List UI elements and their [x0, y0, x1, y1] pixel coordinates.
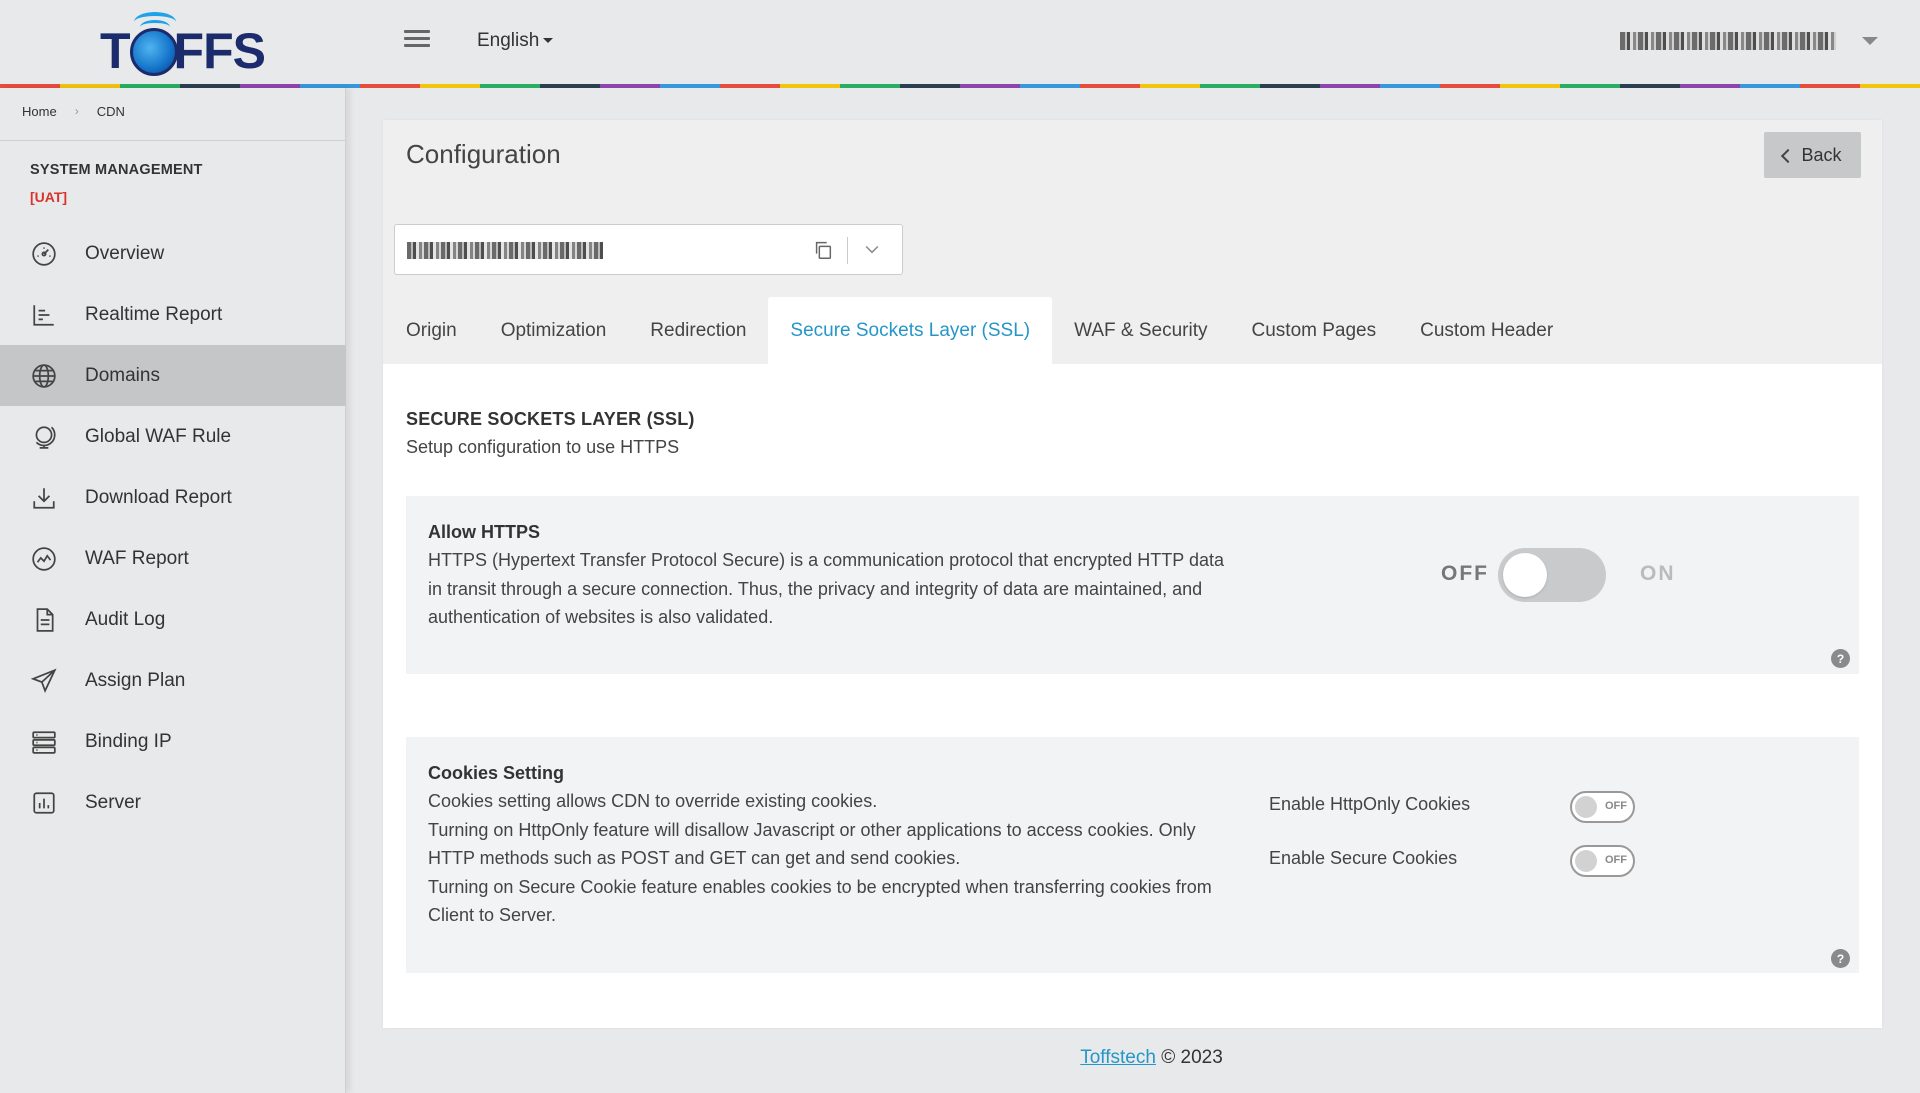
copyright-text: © 2023	[1161, 1047, 1223, 1068]
sidebar-item-label: Domains	[85, 364, 160, 386]
breadcrumb-current: CDN	[96, 104, 125, 119]
card-title: Cookies Setting	[428, 763, 565, 783]
domain-select[interactable]	[394, 224, 903, 275]
sidebar-menu: Overview Realtime Report Domains Global …	[0, 223, 346, 833]
chevron-left-icon	[1781, 148, 1796, 163]
description-line: Cookies setting allows CDN to override e…	[428, 791, 878, 811]
paper-plane-icon	[30, 667, 58, 695]
sidebar-item-binding-ip[interactable]: Binding IP	[0, 711, 346, 772]
sidebar-item-label: Audit Log	[85, 608, 166, 630]
bar-chart-icon	[30, 301, 58, 329]
language-label: English	[477, 30, 540, 51]
toggle-on-label: ON	[1640, 562, 1676, 585]
caret-down-icon	[543, 38, 554, 44]
sidebar-item-realtime-report[interactable]: Realtime Report	[0, 284, 346, 345]
user-name-redacted[interactable]	[1620, 32, 1836, 50]
configuration-panel: Configuration Back Origin Optimization R…	[383, 120, 1882, 1028]
copy-icon[interactable]	[812, 239, 834, 261]
download-icon	[30, 484, 58, 512]
sidebar-item-label: Global WAF Rule	[85, 425, 232, 447]
tab-waf-security[interactable]: WAF & Security	[1052, 297, 1229, 364]
httponly-cookies-toggle[interactable]: OFF	[1570, 791, 1635, 823]
help-icon[interactable]: ?	[1831, 949, 1850, 968]
toggle-off-label: OFF	[1441, 562, 1489, 585]
chevron-right-icon: ›	[74, 104, 79, 118]
back-button[interactable]: Back	[1764, 132, 1861, 178]
chevron-down-icon[interactable]	[862, 239, 884, 261]
tab-ssl[interactable]: Secure Sockets Layer (SSL)	[768, 297, 1053, 364]
section-title: SECURE SOCKETS LAYER (SSL)	[406, 409, 695, 429]
dashboard-gauge-icon	[30, 240, 58, 268]
panel-header: Configuration Back Origin Optimization R…	[383, 120, 1882, 364]
sidebar-item-download-report[interactable]: Download Report	[0, 467, 346, 528]
sidebar-item-domains[interactable]: Domains	[0, 345, 346, 406]
sidebar-item-label: Server	[85, 791, 141, 813]
divider	[847, 237, 848, 264]
secure-cookies-toggle[interactable]: OFF	[1570, 845, 1635, 877]
page-title: Configuration	[406, 139, 561, 169]
breadcrumb-home[interactable]: Home	[22, 104, 57, 119]
footer: Toffstech © 2023	[0, 1047, 1920, 1069]
breadcrumb: Home › CDN	[22, 104, 125, 119]
card-title: Allow HTTPS	[428, 522, 540, 542]
tab-custom-pages[interactable]: Custom Pages	[1230, 297, 1399, 364]
toggle-state: OFF	[1605, 800, 1627, 812]
httponly-cookies-label: Enable HttpOnly Cookies	[1269, 794, 1471, 814]
shield-chart-icon	[30, 545, 58, 573]
allow-https-card: Allow HTTPS HTTPS (Hypertext Transfer Pr…	[406, 496, 1859, 674]
sidebar-item-assign-plan[interactable]: Assign Plan	[0, 650, 346, 711]
domain-name-redacted	[407, 242, 603, 259]
toffs-logo[interactable]: T FFS	[100, 8, 266, 80]
toggle-state: OFF	[1605, 854, 1627, 866]
logo-wordmark: T FFS	[100, 23, 266, 79]
server-rack-icon	[30, 728, 58, 756]
footer-link-toffstech[interactable]: Toffstech	[1080, 1047, 1156, 1068]
tab-redirection[interactable]: Redirection	[628, 297, 768, 364]
card-description: Cookies setting allows CDN to override e…	[428, 787, 1238, 930]
globe-icon	[30, 362, 58, 390]
sidebar-item-waf-report[interactable]: WAF Report	[0, 528, 346, 589]
sidebar-title: SYSTEM MANAGEMENT	[30, 162, 203, 178]
toggle-knob	[1575, 850, 1597, 872]
sidebar-item-overview[interactable]: Overview	[0, 223, 346, 284]
sidebar-item-label: Download Report	[85, 486, 232, 508]
sidebar-item-server[interactable]: Server	[0, 772, 346, 833]
back-button-label: Back	[1801, 144, 1842, 165]
tab-origin[interactable]: Origin	[383, 297, 479, 364]
toggle-knob	[1503, 553, 1547, 597]
sidebar-item-label: Assign Plan	[85, 669, 186, 691]
sidebar-item-label: Overview	[85, 242, 165, 264]
section-subtitle: Setup configuration to use HTTPS	[406, 437, 680, 457]
card-description: HTTPS (Hypertext Transfer Protocol Secur…	[428, 550, 1224, 627]
toggle-knob	[1575, 796, 1597, 818]
help-icon[interactable]: ?	[1831, 649, 1850, 668]
globe-stand-icon	[30, 423, 58, 451]
config-tabs: Origin Optimization Redirection Secure S…	[383, 297, 1575, 364]
sidebar-item-label: Binding IP	[85, 730, 172, 752]
sidebar-item-label: WAF Report	[85, 547, 189, 569]
sidebar-item-label: Realtime Report	[85, 303, 223, 325]
tab-custom-header[interactable]: Custom Header	[1398, 297, 1575, 364]
divider	[0, 140, 346, 141]
logo-globe-icon	[130, 28, 178, 76]
user-menu-caret-icon[interactable]	[1862, 37, 1878, 45]
sidebar-item-audit-log[interactable]: Audit Log	[0, 589, 346, 650]
server-chart-icon	[30, 789, 58, 817]
secure-cookies-label: Enable Secure Cookies	[1269, 848, 1458, 868]
document-icon	[30, 606, 58, 634]
description-line: Turning on Secure Cookie feature enables…	[428, 876, 1212, 926]
tab-optimization[interactable]: Optimization	[479, 297, 629, 364]
language-dropdown[interactable]: English	[477, 30, 554, 52]
sidebar: Home › CDN SYSTEM MANAGEMENT [UAT] Overv…	[0, 88, 346, 1093]
allow-https-toggle[interactable]	[1498, 548, 1606, 602]
sidebar-item-global-waf-rule[interactable]: Global WAF Rule	[0, 406, 346, 467]
description-line: Turning on HttpOnly feature will disallo…	[428, 819, 1196, 869]
hamburger-menu-icon[interactable]	[404, 30, 430, 54]
environment-badge: [UAT]	[30, 189, 68, 205]
cookies-setting-card: Cookies Setting Cookies setting allows C…	[406, 737, 1859, 973]
top-header: T FFS English	[0, 0, 1920, 86]
